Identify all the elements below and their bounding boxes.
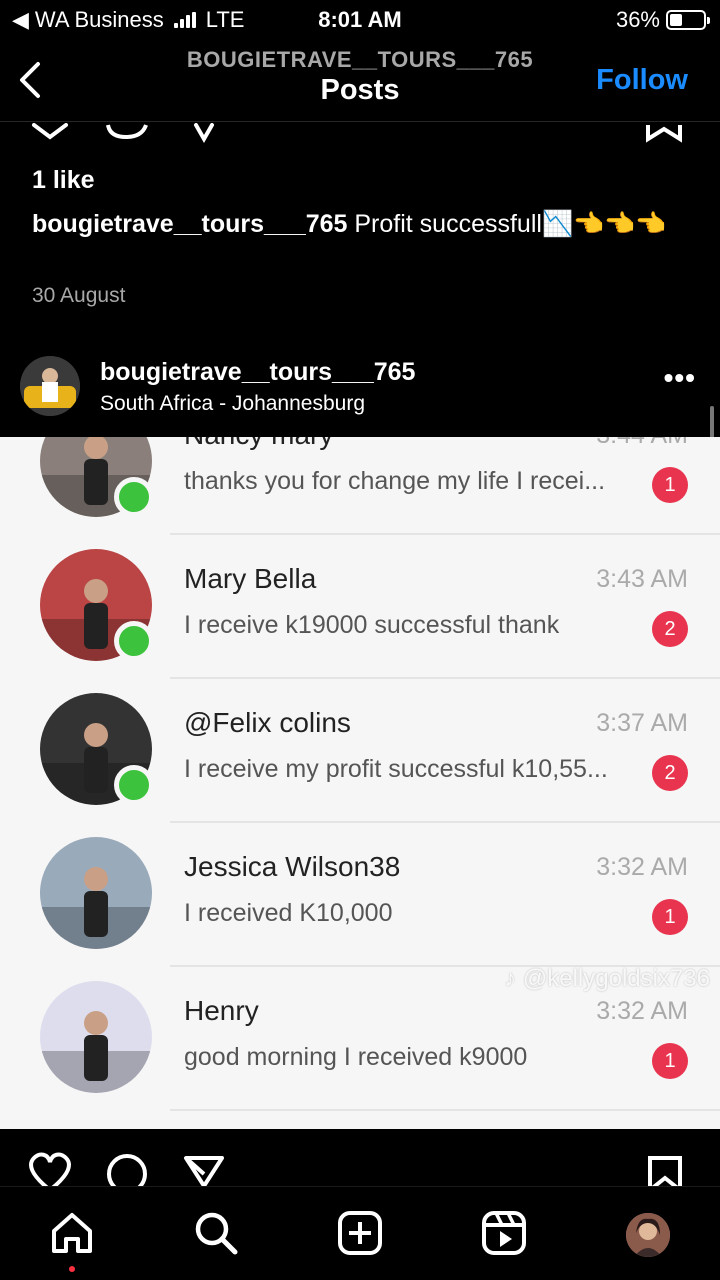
chat-message: I receive my profit successful k10,55...: [184, 755, 608, 783]
post-location[interactable]: South Africa - Johannesburg: [100, 392, 365, 416]
post-date: 30 August: [32, 284, 126, 307]
chat-name: Henry: [184, 995, 259, 1026]
bookmark-icon[interactable]: [648, 1156, 682, 1186]
caption-username[interactable]: bougietrave__tours___765: [32, 210, 347, 238]
post-image[interactable]: Nancy mary 3:44 AM thanks you for change m…: [0, 437, 720, 1129]
scrollbar[interactable]: [710, 406, 714, 438]
comment-icon[interactable]: [107, 1154, 147, 1186]
heart-icon[interactable]: [32, 123, 68, 140]
back-app-label: WA Business: [34, 7, 164, 32]
create-tab[interactable]: [336, 1209, 384, 1257]
online-indicator: [114, 765, 154, 805]
reels-tab[interactable]: [480, 1209, 528, 1257]
chat-name: Jessica Wilson38: [184, 851, 401, 882]
online-indicator: [114, 621, 154, 661]
post-actions: [0, 1130, 720, 1186]
signal-icon: [173, 12, 196, 28]
chat-name: Nancy mary: [184, 437, 333, 451]
chat-row: @Felix colins 3:37 AM I receive my profit …: [0, 679, 720, 823]
chat-row: Nancy mary 3:44 AM thanks you for change m…: [0, 437, 720, 535]
chat-message: good morning I received k9000: [184, 1043, 528, 1071]
follow-button[interactable]: Follow: [596, 64, 688, 97]
bottom-nav: [0, 1186, 720, 1280]
online-indicator: [114, 477, 154, 517]
chat-time: 3:32 AM: [596, 853, 688, 881]
likes-count[interactable]: 1 like: [32, 166, 95, 195]
unread-badge: 2: [652, 755, 688, 791]
unread-badge: 1: [652, 1043, 688, 1079]
chat-name: Mary Bella: [184, 563, 317, 594]
network-label: LTE: [205, 7, 245, 32]
post-caption: bougietrave__tours___765 Profit successf…: [32, 208, 692, 240]
unread-badge: 1: [652, 467, 688, 503]
home-tab[interactable]: [48, 1209, 96, 1257]
divider: [170, 1109, 720, 1111]
chat-time: 3:43 AM: [596, 565, 688, 593]
chat-message: I receive k19000 successful thank: [184, 611, 560, 639]
chat-time: 3:44 AM: [596, 437, 688, 450]
plus-square-icon: [338, 1211, 382, 1255]
chat-avatar: [40, 837, 152, 949]
chat-time: 3:32 AM: [596, 997, 688, 1025]
chat-row: Jessica Wilson38 3:32 AM I received K10,00…: [0, 823, 720, 967]
watermark-user: @kellygoldsix736: [522, 965, 710, 992]
more-options-icon[interactable]: •••: [664, 362, 696, 394]
chat-time: 3:37 AM: [596, 709, 688, 737]
share-icon[interactable]: [184, 1156, 224, 1186]
back-triangle-icon: ◀: [12, 7, 29, 32]
unread-badge: 1: [652, 899, 688, 935]
share-icon[interactable]: [194, 123, 214, 143]
top-header: BOUGIETRAVE__TOURS___765 Posts Follow: [0, 40, 720, 122]
bookmark-icon[interactable]: [646, 125, 682, 143]
post-username[interactable]: bougietrave__tours___765: [100, 358, 415, 387]
chat-avatar: [40, 981, 152, 1093]
chat-row: Mary Bella 3:43 AM I receive k19000 succes…: [0, 535, 720, 679]
comment-icon[interactable]: [106, 124, 148, 140]
previous-post-actions: [0, 123, 720, 143]
tiktok-icon: ♪: [504, 965, 517, 992]
watermark: ♪ @kellygoldsix736: [504, 965, 710, 993]
post-header: bougietrave__tours___765 South Africa - …: [0, 350, 720, 436]
profile-avatar[interactable]: [626, 1213, 670, 1257]
status-bar: ◀ WA Business LTE 8:01 AM 36%: [0, 0, 720, 40]
avatar[interactable]: [20, 356, 80, 416]
search-icon: [195, 1212, 238, 1255]
unread-badge: 2: [652, 611, 688, 647]
battery-percent: 36%: [615, 7, 660, 32]
chat-message: thanks you for change my life I recei...: [184, 467, 606, 495]
reels-icon: [482, 1211, 526, 1255]
notification-dot: [69, 1266, 75, 1272]
battery-icon: [666, 10, 710, 30]
back-to-app[interactable]: ◀ WA Business LTE: [12, 7, 244, 33]
search-tab[interactable]: [192, 1209, 240, 1257]
heart-icon[interactable]: [29, 1152, 71, 1186]
caption-text: Profit successfull📉👈👈👈: [347, 210, 667, 238]
chat-name: @Felix colins: [184, 707, 351, 738]
home-icon: [52, 1213, 92, 1253]
chat-message: I received K10,000: [184, 899, 393, 927]
